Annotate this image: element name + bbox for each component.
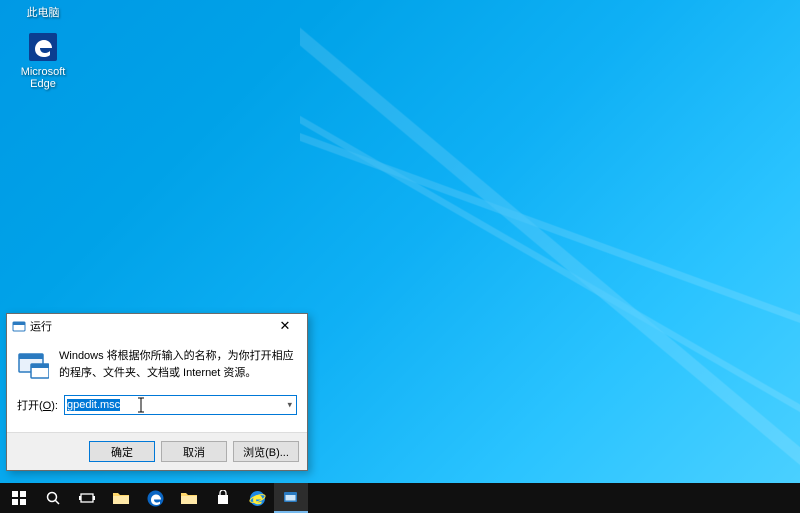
run-titlebar[interactable]: 运行 ✕ — [7, 314, 307, 338]
start-button[interactable] — [2, 483, 36, 513]
desktop-icon-edge[interactable]: Microsoft Edge — [6, 30, 80, 90]
run-dialog: 运行 ✕ Windows 将根据你所输入的名称，为你打开相应的程序、文件夹、文档… — [6, 313, 308, 471]
run-icon — [12, 319, 26, 333]
taskview-icon — [79, 491, 95, 505]
text-cursor-icon — [137, 397, 146, 413]
ok-button[interactable]: 确定 — [89, 441, 155, 462]
windows-icon — [12, 491, 26, 505]
search-button[interactable] — [36, 483, 70, 513]
run-title: 运行 — [30, 318, 268, 334]
desktop-icon-label: 此电脑 — [27, 7, 60, 19]
desktop-icon-thispc[interactable]: 此电脑 — [6, 0, 80, 20]
edge-icon — [26, 30, 60, 64]
open-combobox[interactable]: gpedit.msc ▾ — [64, 395, 297, 415]
browse-button[interactable]: 浏览(B)... — [233, 441, 299, 462]
cancel-button[interactable]: 取消 — [161, 441, 227, 462]
taskbar-folder2[interactable] — [172, 483, 206, 513]
open-input-value: gpedit.msc — [67, 399, 120, 411]
taskbar-store[interactable] — [206, 483, 240, 513]
search-icon — [46, 491, 61, 506]
ie-icon — [249, 490, 266, 507]
close-button[interactable]: ✕ — [268, 315, 302, 337]
run-body: Windows 将根据你所输入的名称，为你打开相应的程序、文件夹、文档或 Int… — [7, 338, 307, 432]
folder-icon — [180, 491, 198, 505]
store-icon — [215, 490, 231, 506]
run-description: Windows 将根据你所输入的名称，为你打开相应的程序、文件夹、文档或 Int… — [59, 348, 297, 381]
taskbar-ie[interactable] — [240, 483, 274, 513]
folder-icon — [112, 491, 130, 505]
run-footer: 确定 取消 浏览(B)... — [7, 432, 307, 470]
chevron-down-icon: ▾ — [287, 400, 292, 411]
taskview-button[interactable] — [70, 483, 104, 513]
open-label: 打开(O): — [17, 397, 58, 413]
desktop-icon-label: Microsoft Edge — [21, 66, 66, 90]
run-icon — [283, 490, 299, 504]
taskbar-edge[interactable] — [138, 483, 172, 513]
taskbar-running-run[interactable] — [274, 483, 308, 513]
taskbar — [0, 483, 800, 513]
run-app-icon — [17, 348, 49, 380]
monitor-icon — [26, 0, 60, 2]
edge-icon — [147, 490, 164, 507]
wallpaper-rays — [300, 0, 800, 473]
taskbar-folder1[interactable] — [104, 483, 138, 513]
